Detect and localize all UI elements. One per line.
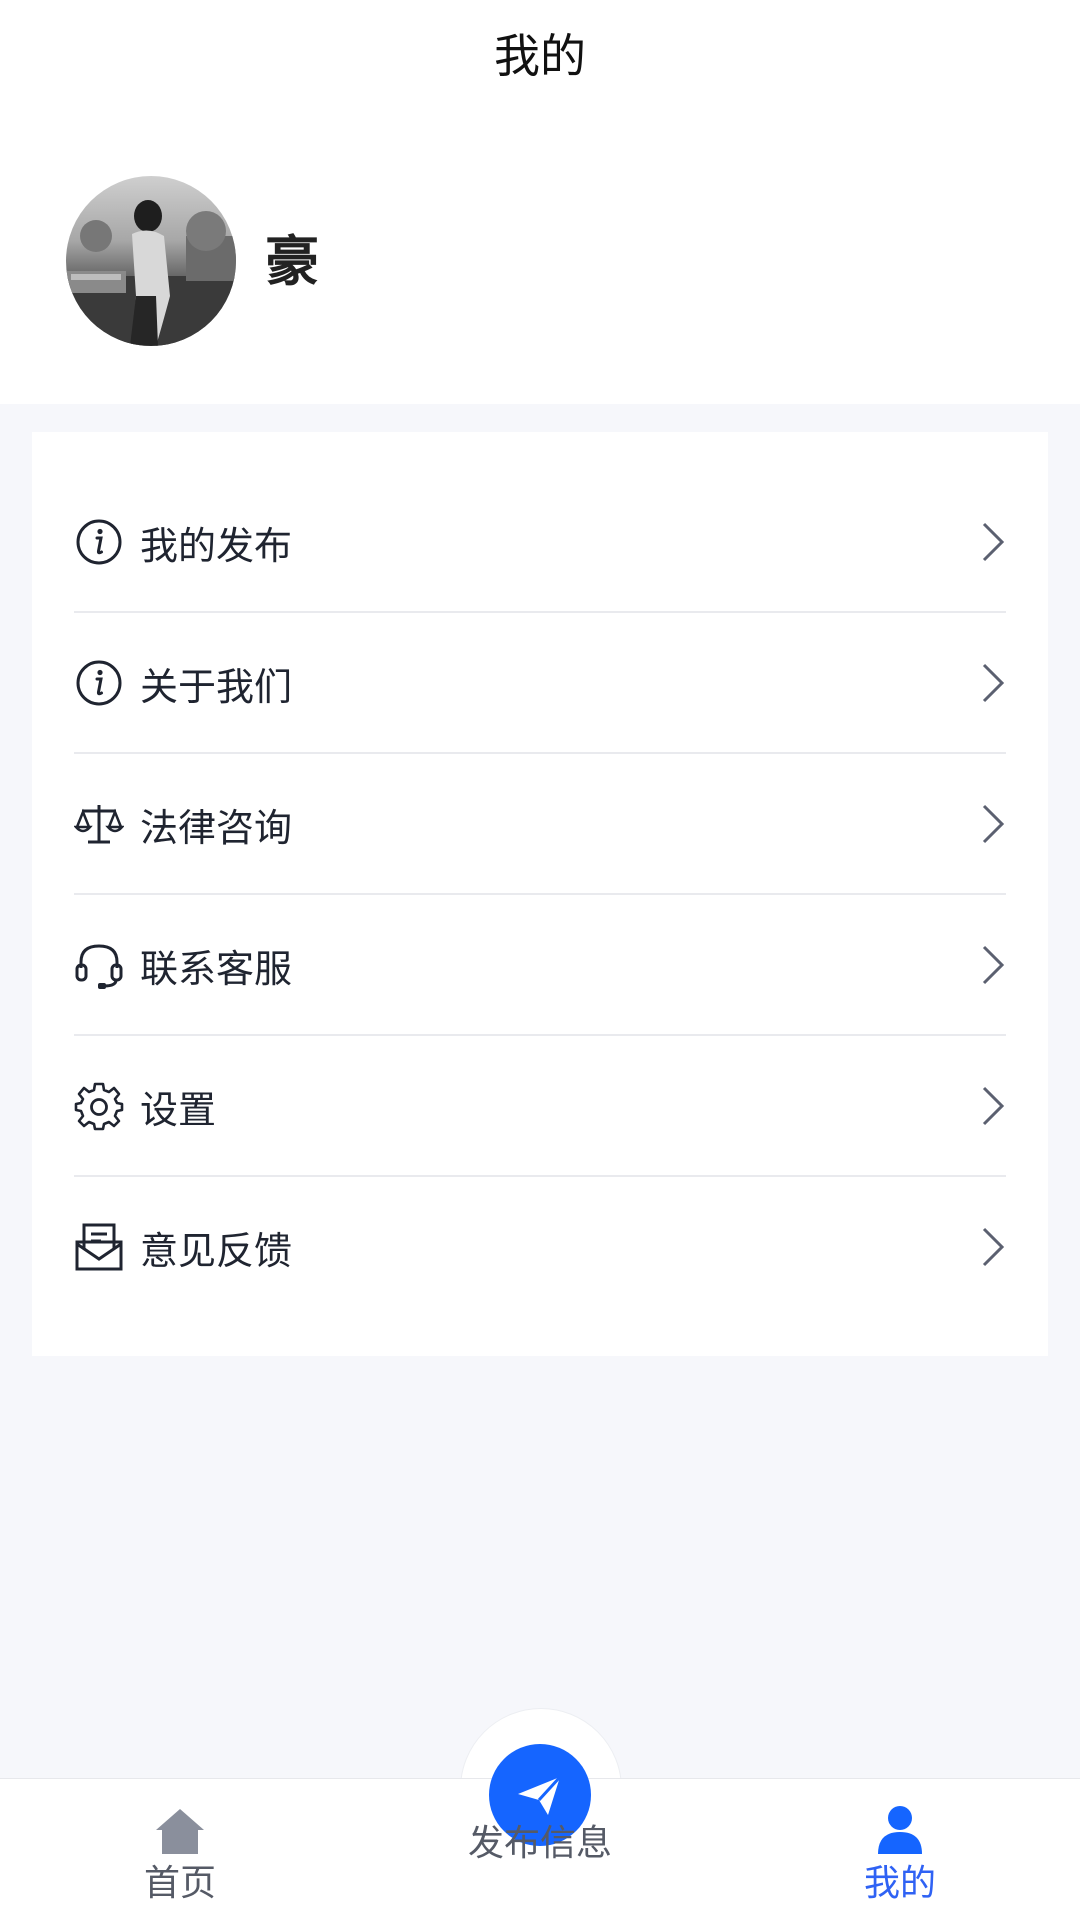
menu-item-label: 我的发布 xyxy=(140,523,293,568)
gear-icon xyxy=(74,1081,124,1131)
menu-item-label: 法律咨询 xyxy=(140,805,293,850)
menu-item-contact-support[interactable]: 联系客服 xyxy=(74,895,1006,1035)
tab-label: 首页 xyxy=(143,1863,216,1904)
avatar-photo xyxy=(66,200,236,346)
tab-home[interactable]: 首页 xyxy=(80,1800,280,1908)
info-icon xyxy=(74,658,124,708)
home-icon xyxy=(156,1809,204,1854)
scales-icon xyxy=(74,799,124,849)
chevron-right-icon xyxy=(982,522,1005,562)
username: 豪 xyxy=(265,230,319,293)
paper-plane-icon xyxy=(518,1775,562,1815)
menu-item-settings[interactable]: 设置 xyxy=(74,1036,1006,1176)
headset-icon xyxy=(74,940,124,990)
menu-item-label: 关于我们 xyxy=(140,664,293,709)
tab-label: 发布信息 xyxy=(467,1823,612,1864)
tab-publish[interactable]: 发布信息 xyxy=(440,1820,640,1868)
chevron-right-icon xyxy=(982,1086,1005,1126)
menu-item-label: 意见反馈 xyxy=(140,1228,293,1273)
chevron-right-icon xyxy=(982,804,1005,844)
avatar[interactable] xyxy=(66,176,236,346)
tab-mine[interactable]: 我的 xyxy=(800,1800,1000,1908)
menu-item-feedback[interactable]: 意见反馈 xyxy=(74,1177,1006,1317)
chevron-right-icon xyxy=(982,945,1005,985)
user-icon xyxy=(878,1806,922,1854)
info-icon xyxy=(74,517,124,567)
menu-item-my-posts[interactable]: 我的发布 xyxy=(74,472,1006,612)
menu-item-label: 联系客服 xyxy=(140,946,293,991)
chevron-right-icon xyxy=(982,663,1005,703)
menu-card: 我的发布 关于我们 法律咨询 联系客服 设置 意见反馈 xyxy=(32,432,1048,1356)
menu-item-label: 设置 xyxy=(140,1087,217,1132)
mail-feedback-icon xyxy=(74,1222,124,1272)
page-title: 我的 xyxy=(494,29,586,83)
menu-item-about-us[interactable]: 关于我们 xyxy=(74,613,1006,753)
profile-header: 我的 豪 xyxy=(0,0,1080,404)
chevron-right-icon xyxy=(982,1227,1005,1267)
menu-item-legal-consult[interactable]: 法律咨询 xyxy=(74,754,1006,894)
tab-label: 我的 xyxy=(863,1863,936,1904)
